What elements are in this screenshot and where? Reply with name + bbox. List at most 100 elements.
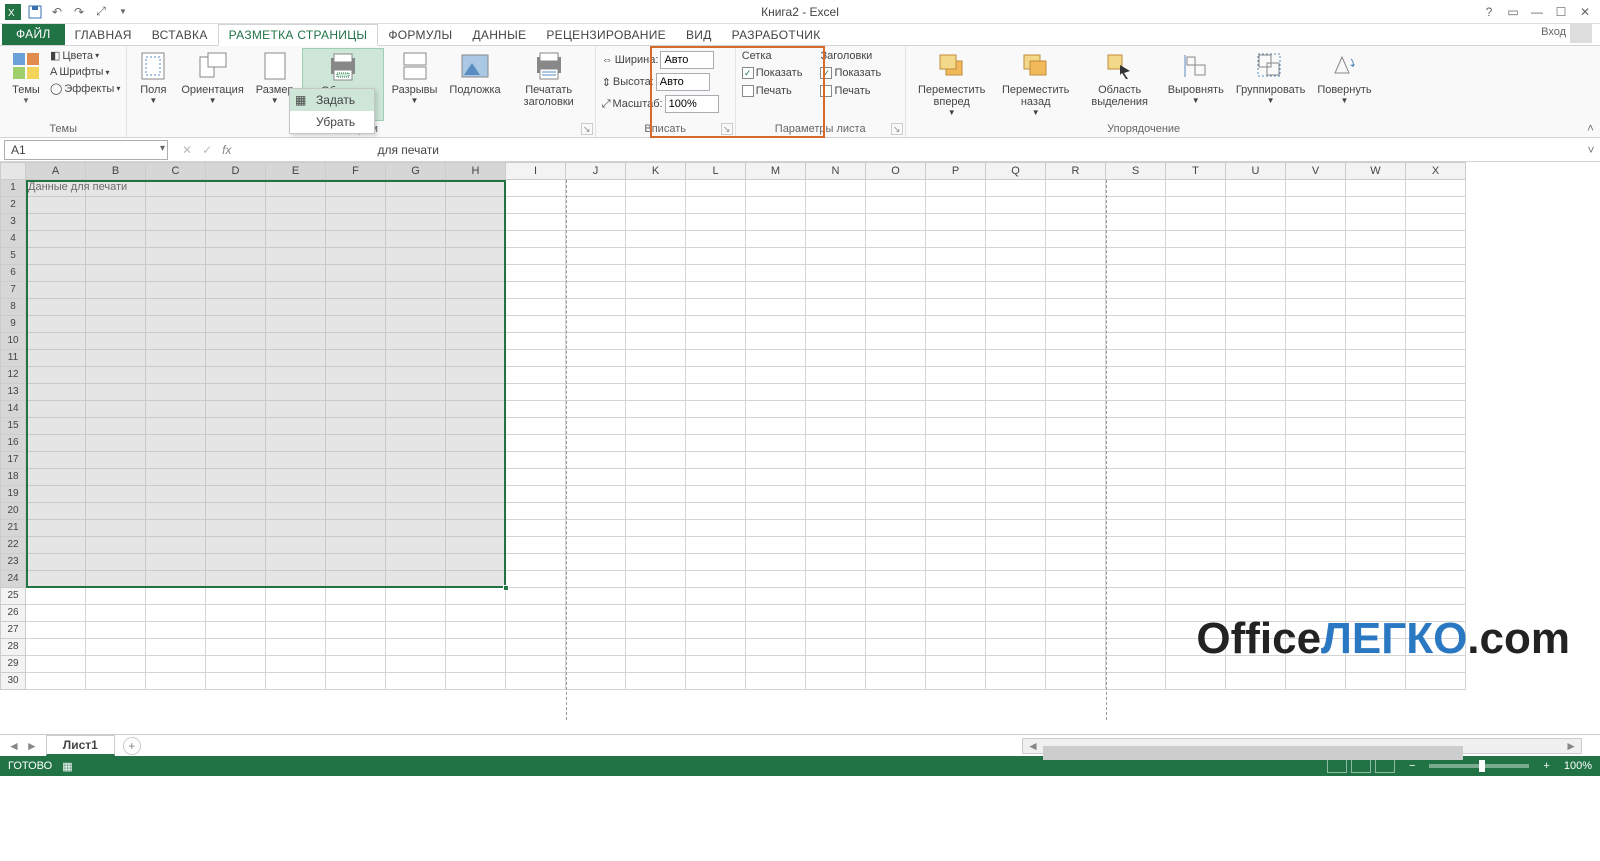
cell[interactable]: [806, 418, 866, 435]
cell[interactable]: [206, 384, 266, 401]
scroll-right-icon[interactable]: ►: [1561, 739, 1581, 753]
cell[interactable]: [1046, 673, 1106, 690]
prev-sheet-icon[interactable]: ◄: [8, 739, 20, 753]
qat-dropdown-icon[interactable]: ▼: [114, 3, 132, 21]
cell[interactable]: [446, 282, 506, 299]
cell[interactable]: [1286, 554, 1346, 571]
cell[interactable]: [1226, 486, 1286, 503]
scroll-left-icon[interactable]: ◄: [1023, 739, 1043, 753]
cell[interactable]: [266, 537, 326, 554]
cell[interactable]: [866, 350, 926, 367]
cell[interactable]: [146, 452, 206, 469]
cell[interactable]: [986, 520, 1046, 537]
cell[interactable]: [1346, 673, 1406, 690]
cell[interactable]: [86, 605, 146, 622]
minimize-icon[interactable]: —: [1528, 5, 1546, 19]
cell[interactable]: [746, 350, 806, 367]
cell[interactable]: [746, 537, 806, 554]
cell[interactable]: [986, 214, 1046, 231]
cell[interactable]: [506, 316, 566, 333]
cell[interactable]: [1346, 554, 1406, 571]
cell[interactable]: [1226, 197, 1286, 214]
cell[interactable]: [1406, 571, 1466, 588]
cell[interactable]: [686, 299, 746, 316]
cell[interactable]: [986, 265, 1046, 282]
cell[interactable]: [1406, 231, 1466, 248]
cell[interactable]: [686, 605, 746, 622]
cell[interactable]: [206, 248, 266, 265]
cell[interactable]: [1286, 435, 1346, 452]
selection-button[interactable]: Область выделения: [1080, 48, 1160, 110]
column-header[interactable]: W: [1346, 162, 1406, 180]
cell[interactable]: [1346, 571, 1406, 588]
row-header[interactable]: 21: [0, 520, 26, 537]
cell[interactable]: [266, 435, 326, 452]
row-header[interactable]: 10: [0, 333, 26, 350]
cell[interactable]: [566, 248, 626, 265]
cell[interactable]: [986, 639, 1046, 656]
cell[interactable]: [1286, 503, 1346, 520]
cell[interactable]: [386, 401, 446, 418]
cell[interactable]: [446, 333, 506, 350]
cell[interactable]: [626, 656, 686, 673]
cell[interactable]: [446, 299, 506, 316]
orientation-button[interactable]: Ориентация▼: [177, 48, 247, 107]
cell[interactable]: [926, 367, 986, 384]
cell[interactable]: [866, 384, 926, 401]
cell[interactable]: [926, 622, 986, 639]
cell[interactable]: [1106, 214, 1166, 231]
cell[interactable]: [1286, 214, 1346, 231]
cell[interactable]: [506, 282, 566, 299]
cell[interactable]: [686, 214, 746, 231]
cell[interactable]: [926, 316, 986, 333]
colors-button[interactable]: ◧Цвета▾: [50, 49, 120, 62]
cell[interactable]: [806, 537, 866, 554]
cell[interactable]: [146, 316, 206, 333]
cell[interactable]: [1166, 537, 1226, 554]
cell[interactable]: [206, 469, 266, 486]
cell[interactable]: [206, 401, 266, 418]
cell[interactable]: [746, 520, 806, 537]
cell[interactable]: [146, 231, 206, 248]
cell[interactable]: [206, 605, 266, 622]
cell[interactable]: [1166, 384, 1226, 401]
cell[interactable]: [866, 333, 926, 350]
cell[interactable]: [626, 265, 686, 282]
cell[interactable]: [746, 605, 806, 622]
cell[interactable]: [1166, 401, 1226, 418]
cell[interactable]: [1046, 622, 1106, 639]
cell[interactable]: [986, 231, 1046, 248]
column-header[interactable]: I: [506, 162, 566, 180]
tab-home[interactable]: ГЛАВНАЯ: [65, 25, 142, 45]
column-header[interactable]: L: [686, 162, 746, 180]
cell[interactable]: [266, 197, 326, 214]
cell[interactable]: [806, 180, 866, 197]
cell[interactable]: [626, 435, 686, 452]
cell[interactable]: [806, 435, 866, 452]
cell[interactable]: [686, 639, 746, 656]
cell[interactable]: [746, 486, 806, 503]
chevron-down-icon[interactable]: ▾: [160, 143, 165, 154]
cell[interactable]: [566, 367, 626, 384]
cell[interactable]: [206, 282, 266, 299]
cell[interactable]: [1286, 571, 1346, 588]
cell[interactable]: [446, 656, 506, 673]
cell[interactable]: [1346, 367, 1406, 384]
cell[interactable]: [1046, 469, 1106, 486]
expand-formula-icon[interactable]: ˅: [1582, 143, 1600, 157]
cell[interactable]: [386, 231, 446, 248]
macro-icon[interactable]: ▦: [62, 760, 72, 773]
cell[interactable]: [206, 316, 266, 333]
cell[interactable]: [26, 333, 86, 350]
column-header[interactable]: D: [206, 162, 266, 180]
cell[interactable]: [1226, 435, 1286, 452]
cell[interactable]: [386, 299, 446, 316]
cell[interactable]: [686, 367, 746, 384]
cell[interactable]: [326, 248, 386, 265]
cell[interactable]: [626, 316, 686, 333]
cell[interactable]: [1106, 639, 1166, 656]
cell[interactable]: [146, 248, 206, 265]
cell[interactable]: [626, 299, 686, 316]
cell[interactable]: [1286, 180, 1346, 197]
cell[interactable]: [806, 367, 866, 384]
